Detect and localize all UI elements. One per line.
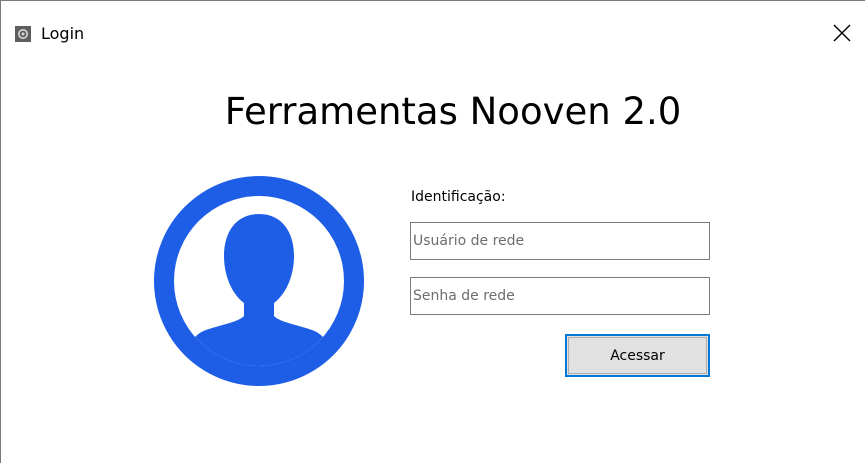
title-bar: Login [1,1,865,42]
login-window: Login Ferramentas Nooven 2.0 Identificaç… [0,0,865,463]
user-avatar-icon [154,176,364,386]
close-icon [833,24,851,47]
access-button-label: Acessar [610,347,665,364]
password-input[interactable] [410,277,710,315]
username-input[interactable] [410,222,710,260]
identification-label: Identificação: [411,189,506,205]
gear-icon [15,26,31,42]
close-button[interactable] [819,19,865,51]
window-title: Login [41,24,85,43]
page-title: Ferramentas Nooven 2.0 [224,90,682,133]
access-button[interactable]: Acessar [565,334,710,377]
